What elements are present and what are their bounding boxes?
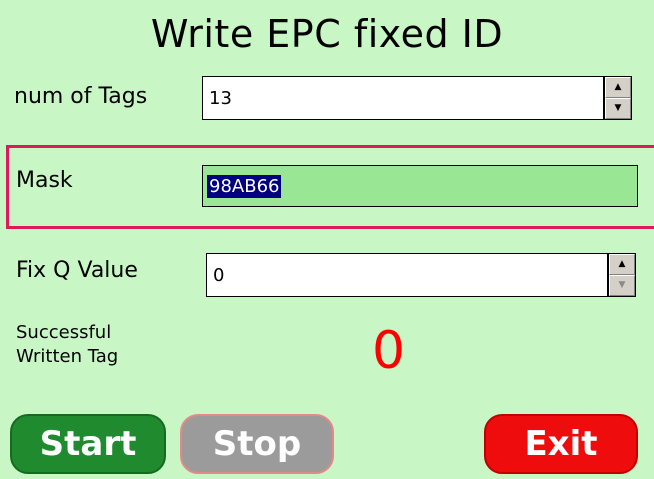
mask-label: Mask	[16, 168, 73, 193]
num-of-tags-spinner[interactable]: ▲ ▼	[604, 76, 632, 120]
spin-down-icon[interactable]: ▼	[609, 275, 635, 296]
fix-q-value-label: Fix Q Value	[16, 258, 138, 283]
spin-up-icon[interactable]: ▲	[609, 254, 635, 275]
num-of-tags-label: num of Tags	[14, 84, 148, 109]
successful-written-tag-label: Successful Written Tag	[16, 321, 118, 369]
fix-q-value: 0	[213, 264, 225, 286]
written-label-line1: Successful	[16, 322, 112, 343]
fix-q-value-input[interactable]: 0	[206, 253, 608, 297]
stop-button[interactable]: Stop	[180, 414, 334, 474]
spin-down-icon[interactable]: ▼	[605, 98, 631, 119]
mask-input[interactable]: 98AB66	[202, 165, 638, 207]
fix-q-value-spinner[interactable]: ▲ ▼	[608, 253, 636, 297]
num-of-tags-input[interactable]: 13	[202, 76, 604, 120]
written-label-line2: Written Tag	[16, 346, 119, 367]
written-tag-count: 0	[372, 321, 406, 381]
start-button[interactable]: Start	[10, 414, 166, 474]
mask-value: 98AB66	[207, 174, 282, 198]
spin-up-icon[interactable]: ▲	[605, 77, 631, 98]
page-title: Write EPC fixed ID	[150, 12, 504, 56]
num-of-tags-value: 13	[209, 87, 232, 109]
exit-button[interactable]: Exit	[484, 414, 638, 474]
